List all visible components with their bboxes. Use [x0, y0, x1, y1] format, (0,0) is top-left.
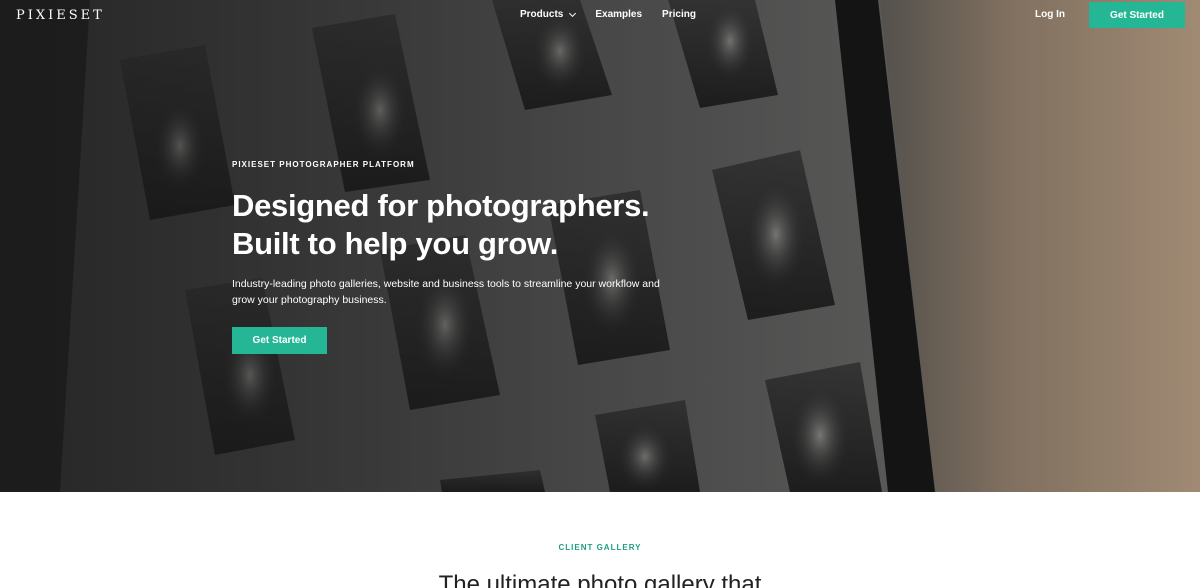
- section-title: The ultimate photo gallery that: [438, 571, 762, 588]
- nav-products[interactable]: Products: [520, 9, 577, 20]
- nav-products-label: Products: [520, 9, 564, 20]
- nav-examples[interactable]: Examples: [595, 9, 642, 20]
- hero-section: PIXIESET Products Examples Pricing Log I…: [0, 0, 1200, 492]
- hero-headline-line2: Built to help you grow.: [232, 226, 559, 261]
- chevron-down-icon: [569, 9, 577, 17]
- hero-get-started-button[interactable]: Get Started: [232, 327, 327, 354]
- nav-pricing[interactable]: Pricing: [662, 9, 696, 20]
- top-navigation: PIXIESET Products Examples Pricing Log I…: [0, 0, 1200, 30]
- section-eyebrow: CLIENT GALLERY: [558, 543, 642, 552]
- nav-links: Products Examples Pricing: [520, 9, 696, 20]
- nav-get-started-button[interactable]: Get Started: [1089, 2, 1185, 28]
- hero-content: PIXIESET PHOTOGRAPHER PLATFORM Designed …: [232, 160, 692, 354]
- client-gallery-section: CLIENT GALLERY The ultimate photo galler…: [0, 492, 1200, 588]
- pixieset-logo[interactable]: PIXIESET: [16, 8, 105, 23]
- hero-eyebrow: PIXIESET PHOTOGRAPHER PLATFORM: [232, 160, 415, 169]
- hero-subcopy: Industry-leading photo galleries, websit…: [232, 278, 660, 306]
- hero-headline: Designed for photographers. Built to hel…: [232, 187, 692, 263]
- login-link[interactable]: Log In: [1035, 9, 1065, 20]
- hero-headline-line1: Designed for photographers.: [232, 188, 650, 223]
